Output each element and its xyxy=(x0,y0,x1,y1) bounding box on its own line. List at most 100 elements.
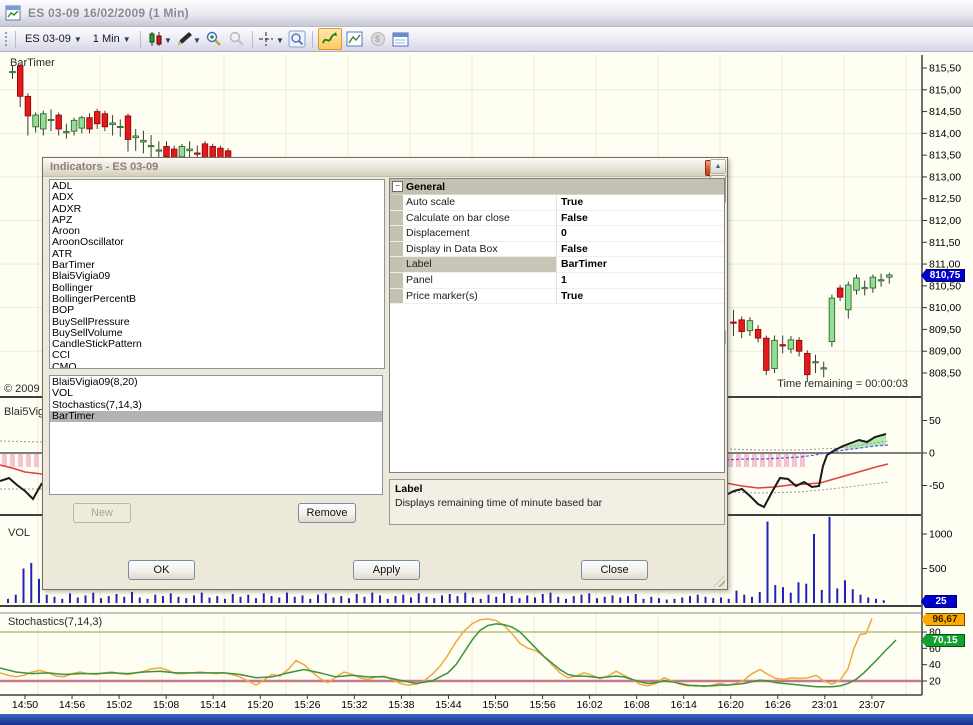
svg-text:▼: ▼ xyxy=(164,36,170,45)
crosshair-icon: ▼ xyxy=(258,32,284,46)
zoom-out-icon xyxy=(229,31,244,46)
ok-button[interactable]: OK xyxy=(128,560,195,580)
property-row[interactable]: Calculate on bar close False xyxy=(390,210,724,227)
window-bottom-border xyxy=(0,714,973,725)
panel1-indicator-label: BarTimer xyxy=(10,57,55,69)
candle xyxy=(853,277,860,291)
coin-button[interactable]: $ xyxy=(368,29,388,49)
list-item[interactable]: APZ xyxy=(52,214,384,226)
property-row[interactable]: Displacement 0 xyxy=(390,226,724,242)
candle xyxy=(94,111,101,125)
time-axis-label: 15:20 xyxy=(247,699,273,711)
candle xyxy=(140,139,147,143)
apply-button[interactable]: Apply xyxy=(353,560,420,580)
time-axis-label: 23:07 xyxy=(859,699,885,711)
list-item[interactable]: BOP xyxy=(52,304,384,316)
list-item[interactable]: Blai5Vigia09(8,20) xyxy=(52,376,382,388)
time-axis-label: 15:56 xyxy=(529,699,555,711)
chart-type-icon xyxy=(346,31,363,47)
toolbar-separator xyxy=(15,30,16,48)
zoom-window-button[interactable] xyxy=(287,29,307,49)
candle xyxy=(886,274,893,278)
chart-window-icon xyxy=(5,5,21,21)
window-titlebar[interactable]: ES 03-09 16/02/2009 (1 Min) xyxy=(0,0,973,27)
scroll-up-icon[interactable]: ▲ xyxy=(710,159,726,174)
candle xyxy=(155,149,162,152)
resize-grip[interactable] xyxy=(713,575,725,587)
property-row[interactable]: Display in Data Box False xyxy=(390,241,724,258)
remove-button[interactable]: Remove xyxy=(298,503,356,523)
time-axis-label: 14:50 xyxy=(12,699,38,711)
property-grid[interactable]: − General Auto scale True Calculate on bar… xyxy=(389,178,725,473)
list-item[interactable]: CandleStickPattern xyxy=(52,338,384,350)
property-row[interactable]: Label BarTimer xyxy=(390,257,724,273)
candle xyxy=(795,339,803,352)
axis-label: 810,50 xyxy=(929,280,961,292)
candle xyxy=(201,143,209,159)
property-row[interactable]: Panel 1 xyxy=(390,272,724,289)
axis-label: 811,00 xyxy=(929,259,960,271)
toolbar-separator xyxy=(311,30,313,48)
axis-label: 815,00 xyxy=(929,84,961,96)
chevron-down-icon: ▼ xyxy=(122,34,131,44)
chart-type-button[interactable] xyxy=(345,29,365,49)
time-axis-label: 16:08 xyxy=(624,699,650,711)
price-marker: 70,15 xyxy=(921,634,965,647)
collapse-icon[interactable]: − xyxy=(392,181,403,192)
list-item[interactable]: AroonOscillator xyxy=(52,237,384,249)
time-axis-label: 14:56 xyxy=(59,699,85,711)
axis-label: -50 xyxy=(929,480,944,492)
list-item[interactable]: CCI xyxy=(52,350,384,362)
candle xyxy=(178,146,186,158)
candle xyxy=(163,146,170,158)
list-item[interactable]: ADXR xyxy=(52,203,384,215)
candle xyxy=(55,114,62,130)
time-axis-label: 15:08 xyxy=(153,699,179,711)
axis-label: 811,50 xyxy=(929,237,960,249)
list-item[interactable]: BollingerPercentB xyxy=(52,293,384,305)
zoom-in-icon xyxy=(206,31,221,46)
candle xyxy=(147,145,155,148)
candle xyxy=(132,135,139,139)
list-item[interactable]: Blai5Vigia09 xyxy=(52,271,384,283)
toolbar-drag-handle[interactable] xyxy=(4,31,8,47)
candle xyxy=(812,361,819,364)
list-item[interactable]: VOL xyxy=(52,387,382,399)
candle xyxy=(70,119,78,132)
svg-text:$: $ xyxy=(375,34,380,44)
new-button[interactable]: New xyxy=(73,503,131,523)
candle xyxy=(828,297,836,343)
interval-dropdown[interactable]: 1 Min ▼ xyxy=(89,31,135,47)
instrument-dropdown[interactable]: ES 03-09 ▼ xyxy=(21,31,86,47)
dialog-titlebar[interactable]: Indicators - ES 03-09 xyxy=(43,158,727,177)
axis-label: 810,00 xyxy=(929,302,961,314)
selected-indicators-list[interactable]: Blai5Vigia09(8,20) VOL Stochastics(7,14,3)… xyxy=(49,375,383,495)
zoom-out-button[interactable] xyxy=(227,29,247,49)
property-row[interactable]: Price marker(s) True xyxy=(390,288,724,305)
zoom-in-button[interactable] xyxy=(204,29,224,49)
candle xyxy=(746,320,754,332)
close-button[interactable]: Close xyxy=(581,560,648,580)
candle xyxy=(754,329,762,339)
toolbar-separator xyxy=(251,30,253,48)
crosshair-button[interactable]: ▼ xyxy=(258,29,284,49)
indicators-button[interactable] xyxy=(317,28,342,50)
list-item[interactable]: ADL xyxy=(52,180,384,192)
property-description: Label Displays remaining time of minute … xyxy=(389,479,725,525)
property-row[interactable]: Auto scale True xyxy=(390,195,724,211)
list-item[interactable]: ATR xyxy=(52,248,384,260)
list-item[interactable]: CMO xyxy=(52,361,384,368)
coin-icon: $ xyxy=(370,32,385,46)
candle xyxy=(124,115,132,140)
axis-label: 814,50 xyxy=(929,106,961,118)
drawing-tools-button[interactable]: ▼ xyxy=(175,29,201,49)
candle xyxy=(763,337,770,371)
property-group-header[interactable]: − General xyxy=(390,179,724,195)
list-item[interactable]: ADX xyxy=(52,191,384,203)
list-item[interactable]: BarTimer xyxy=(50,410,382,423)
window-title: ES 03-09 16/02/2009 (1 Min) xyxy=(28,6,189,20)
candlestick-style-button[interactable]: ▼ xyxy=(146,29,172,49)
data-box-button[interactable] xyxy=(391,29,411,49)
list-item[interactable]: Stochastics(7,14,3) xyxy=(52,399,382,411)
available-indicators-list[interactable]: ADL ADX ADXR APZ Aroon AroonOscillator ATR BarT… xyxy=(49,179,385,369)
